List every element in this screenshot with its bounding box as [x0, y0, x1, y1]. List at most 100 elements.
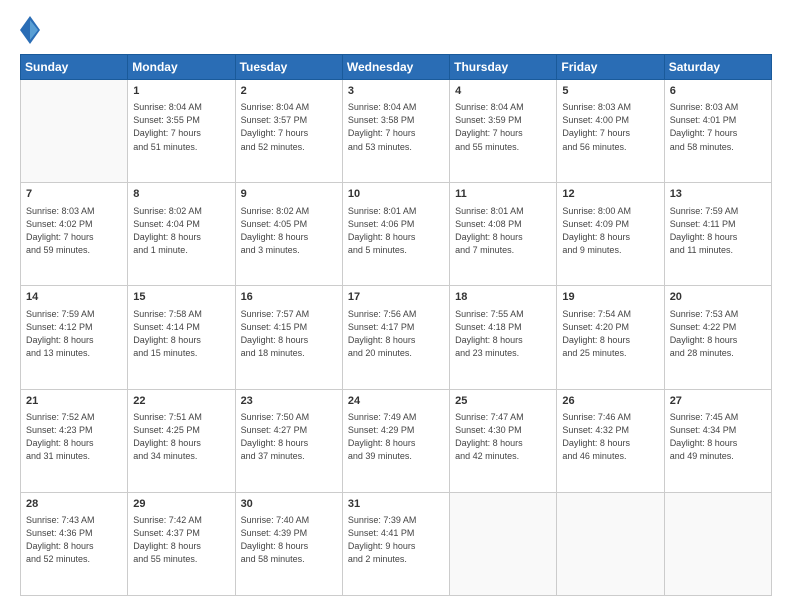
day-number: 30 — [241, 497, 337, 512]
page: SundayMondayTuesdayWednesdayThursdayFrid… — [0, 0, 792, 612]
cell-content: Sunrise: 8:03 AMSunset: 4:01 PMDaylight:… — [670, 101, 766, 153]
calendar-cell: 4 Sunrise: 8:04 AMSunset: 3:59 PMDaylight… — [450, 80, 557, 183]
calendar-cell — [450, 492, 557, 595]
day-number: 11 — [455, 187, 551, 202]
calendar-cell: 17 Sunrise: 7:56 AMSunset: 4:17 PMDayligh… — [342, 286, 449, 389]
cell-content: Sunrise: 7:59 AMSunset: 4:12 PMDaylight:… — [26, 308, 122, 360]
day-number: 18 — [455, 290, 551, 305]
calendar-week-4: 21 Sunrise: 7:52 AMSunset: 4:23 PMDayligh… — [21, 389, 772, 492]
cell-content: Sunrise: 8:04 AMSunset: 3:58 PMDaylight:… — [348, 101, 444, 153]
day-number: 10 — [348, 187, 444, 202]
calendar-cell: 25 Sunrise: 7:47 AMSunset: 4:30 PMDayligh… — [450, 389, 557, 492]
cell-content: Sunrise: 7:39 AMSunset: 4:41 PMDaylight:… — [348, 514, 444, 566]
cell-content: Sunrise: 8:04 AMSunset: 3:57 PMDaylight:… — [241, 101, 337, 153]
day-number: 19 — [562, 290, 658, 305]
calendar-header-tuesday: Tuesday — [235, 55, 342, 80]
day-number: 17 — [348, 290, 444, 305]
calendar-header-thursday: Thursday — [450, 55, 557, 80]
calendar-cell: 12 Sunrise: 8:00 AMSunset: 4:09 PMDayligh… — [557, 183, 664, 286]
calendar-cell: 20Sunrise: 7:53 AMSunset: 4:22 PMDayligh… — [664, 286, 771, 389]
cell-content: Sunrise: 7:42 AMSunset: 4:37 PMDaylight:… — [133, 514, 229, 566]
calendar-cell: 24 Sunrise: 7:49 AMSunset: 4:29 PMDayligh… — [342, 389, 449, 492]
day-number: 21 — [26, 394, 122, 409]
calendar-header-monday: Monday — [128, 55, 235, 80]
calendar-cell — [21, 80, 128, 183]
day-number: 9 — [241, 187, 337, 202]
cell-content: Sunrise: 7:49 AMSunset: 4:29 PMDaylight:… — [348, 411, 444, 463]
calendar-header-saturday: Saturday — [664, 55, 771, 80]
cell-content: Sunrise: 7:47 AMSunset: 4:30 PMDaylight:… — [455, 411, 551, 463]
calendar-header-row: SundayMondayTuesdayWednesdayThursdayFrid… — [21, 55, 772, 80]
cell-content: Sunrise: 8:04 AMSunset: 3:55 PMDaylight:… — [133, 101, 229, 153]
day-number: 15 — [133, 290, 229, 305]
calendar-cell: 6 Sunrise: 8:03 AMSunset: 4:01 PMDaylight… — [664, 80, 771, 183]
calendar-cell: 28 Sunrise: 7:43 AMSunset: 4:36 PMDayligh… — [21, 492, 128, 595]
calendar-cell: 26 Sunrise: 7:46 AMSunset: 4:32 PMDayligh… — [557, 389, 664, 492]
day-number: 7 — [26, 187, 122, 202]
day-number: 3 — [348, 84, 444, 99]
day-number: 14 — [26, 290, 122, 305]
cell-content: Sunrise: 7:52 AMSunset: 4:23 PMDaylight:… — [26, 411, 122, 463]
day-number: 5 — [562, 84, 658, 99]
cell-content: Sunrise: 7:43 AMSunset: 4:36 PMDaylight:… — [26, 514, 122, 566]
day-number: 4 — [455, 84, 551, 99]
cell-content: Sunrise: 7:50 AMSunset: 4:27 PMDaylight:… — [241, 411, 337, 463]
cell-content: Sunrise: 8:04 AMSunset: 3:59 PMDaylight:… — [455, 101, 551, 153]
calendar-cell: 14 Sunrise: 7:59 AMSunset: 4:12 PMDayligh… — [21, 286, 128, 389]
day-number: 27 — [670, 394, 766, 409]
day-number: 1 — [133, 84, 229, 99]
calendar-cell: 9 Sunrise: 8:02 AMSunset: 4:05 PMDaylight… — [235, 183, 342, 286]
calendar-cell: 16Sunrise: 7:57 AMSunset: 4:15 PMDayligh… — [235, 286, 342, 389]
calendar-cell: 22 Sunrise: 7:51 AMSunset: 4:25 PMDayligh… — [128, 389, 235, 492]
calendar-week-1: 1 Sunrise: 8:04 AMSunset: 3:55 PMDaylight… — [21, 80, 772, 183]
cell-content: Sunrise: 8:03 AMSunset: 4:02 PMDaylight:… — [26, 205, 122, 257]
calendar-week-2: 7 Sunrise: 8:03 AMSunset: 4:02 PMDaylight… — [21, 183, 772, 286]
calendar-cell: 2 Sunrise: 8:04 AMSunset: 3:57 PMDaylight… — [235, 80, 342, 183]
calendar-cell: 30 Sunrise: 7:40 AMSunset: 4:39 PMDayligh… — [235, 492, 342, 595]
calendar-header-wednesday: Wednesday — [342, 55, 449, 80]
day-number: 6 — [670, 84, 766, 99]
calendar-cell: 31 Sunrise: 7:39 AMSunset: 4:41 PMDayligh… — [342, 492, 449, 595]
cell-content: Sunrise: 8:02 AMSunset: 4:04 PMDaylight:… — [133, 205, 229, 257]
day-number: 16 — [241, 290, 337, 305]
day-number: 28 — [26, 497, 122, 512]
cell-content: Sunrise: 7:40 AMSunset: 4:39 PMDaylight:… — [241, 514, 337, 566]
calendar-week-5: 28 Sunrise: 7:43 AMSunset: 4:36 PMDayligh… — [21, 492, 772, 595]
calendar-cell: 1 Sunrise: 8:04 AMSunset: 3:55 PMDaylight… — [128, 80, 235, 183]
day-number: 22 — [133, 394, 229, 409]
cell-content: Sunrise: 7:46 AMSunset: 4:32 PMDaylight:… — [562, 411, 658, 463]
calendar-header-sunday: Sunday — [21, 55, 128, 80]
calendar-week-3: 14 Sunrise: 7:59 AMSunset: 4:12 PMDayligh… — [21, 286, 772, 389]
day-number: 29 — [133, 497, 229, 512]
calendar-cell: 23Sunrise: 7:50 AMSunset: 4:27 PMDayligh… — [235, 389, 342, 492]
calendar-cell: 10 Sunrise: 8:01 AMSunset: 4:06 PMDayligh… — [342, 183, 449, 286]
calendar-cell: 18Sunrise: 7:55 AMSunset: 4:18 PMDayligh… — [450, 286, 557, 389]
calendar-cell: 19Sunrise: 7:54 AMSunset: 4:20 PMDayligh… — [557, 286, 664, 389]
day-number: 26 — [562, 394, 658, 409]
day-number: 31 — [348, 497, 444, 512]
cell-content: Sunrise: 8:00 AMSunset: 4:09 PMDaylight:… — [562, 205, 658, 257]
cell-content: Sunrise: 7:51 AMSunset: 4:25 PMDaylight:… — [133, 411, 229, 463]
day-number: 12 — [562, 187, 658, 202]
calendar-cell: 5 Sunrise: 8:03 AMSunset: 4:00 PMDaylight… — [557, 80, 664, 183]
cell-content: Sunrise: 7:45 AMSunset: 4:34 PMDaylight:… — [670, 411, 766, 463]
cell-content: Sunrise: 7:59 AMSunset: 4:11 PMDaylight:… — [670, 205, 766, 257]
calendar-cell: 11 Sunrise: 8:01 AMSunset: 4:08 PMDayligh… — [450, 183, 557, 286]
cell-content: Sunrise: 8:03 AMSunset: 4:00 PMDaylight:… — [562, 101, 658, 153]
cell-content: Sunrise: 7:56 AMSunset: 4:17 PMDaylight:… — [348, 308, 444, 360]
calendar-cell: 3 Sunrise: 8:04 AMSunset: 3:58 PMDaylight… — [342, 80, 449, 183]
logo — [20, 16, 44, 44]
cell-content: Sunrise: 8:01 AMSunset: 4:06 PMDaylight:… — [348, 205, 444, 257]
calendar-cell: 27 Sunrise: 7:45 AMSunset: 4:34 PMDayligh… — [664, 389, 771, 492]
day-number: 8 — [133, 187, 229, 202]
calendar-cell — [664, 492, 771, 595]
calendar-cell: 21 Sunrise: 7:52 AMSunset: 4:23 PMDayligh… — [21, 389, 128, 492]
calendar-cell — [557, 492, 664, 595]
day-number: 2 — [241, 84, 337, 99]
calendar-cell: 7 Sunrise: 8:03 AMSunset: 4:02 PMDaylight… — [21, 183, 128, 286]
calendar-cell: 13Sunrise: 7:59 AMSunset: 4:11 PMDayligh… — [664, 183, 771, 286]
day-number: 25 — [455, 394, 551, 409]
cell-content: Sunrise: 8:01 AMSunset: 4:08 PMDaylight:… — [455, 205, 551, 257]
cell-content: Sunrise: 8:02 AMSunset: 4:05 PMDaylight:… — [241, 205, 337, 257]
day-number: 24 — [348, 394, 444, 409]
